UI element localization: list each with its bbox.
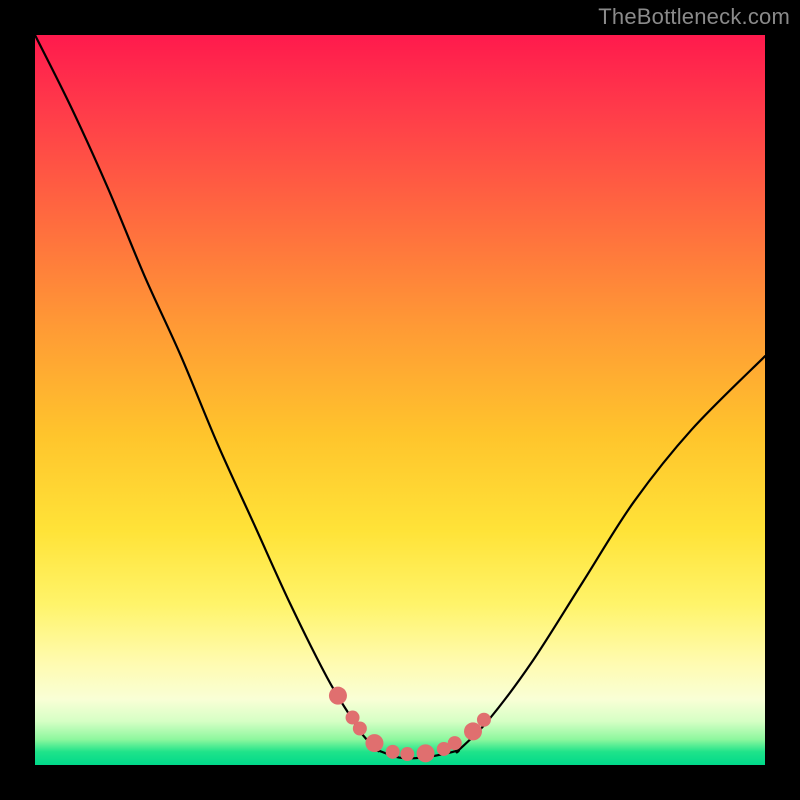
highlight-dot <box>329 687 347 705</box>
plot-area <box>35 35 765 765</box>
highlight-dot <box>386 745 400 759</box>
highlight-dot <box>448 736 462 750</box>
chart-frame: TheBottleneck.com <box>0 0 800 800</box>
highlight-dot <box>417 744 435 762</box>
highlight-dot <box>365 734 383 752</box>
highlight-dot <box>353 722 367 736</box>
highlighted-dots-layer <box>35 35 765 765</box>
highlight-dot <box>464 722 482 740</box>
watermark-text: TheBottleneck.com <box>598 4 790 30</box>
highlight-dot <box>477 713 491 727</box>
highlight-dot <box>400 747 414 761</box>
